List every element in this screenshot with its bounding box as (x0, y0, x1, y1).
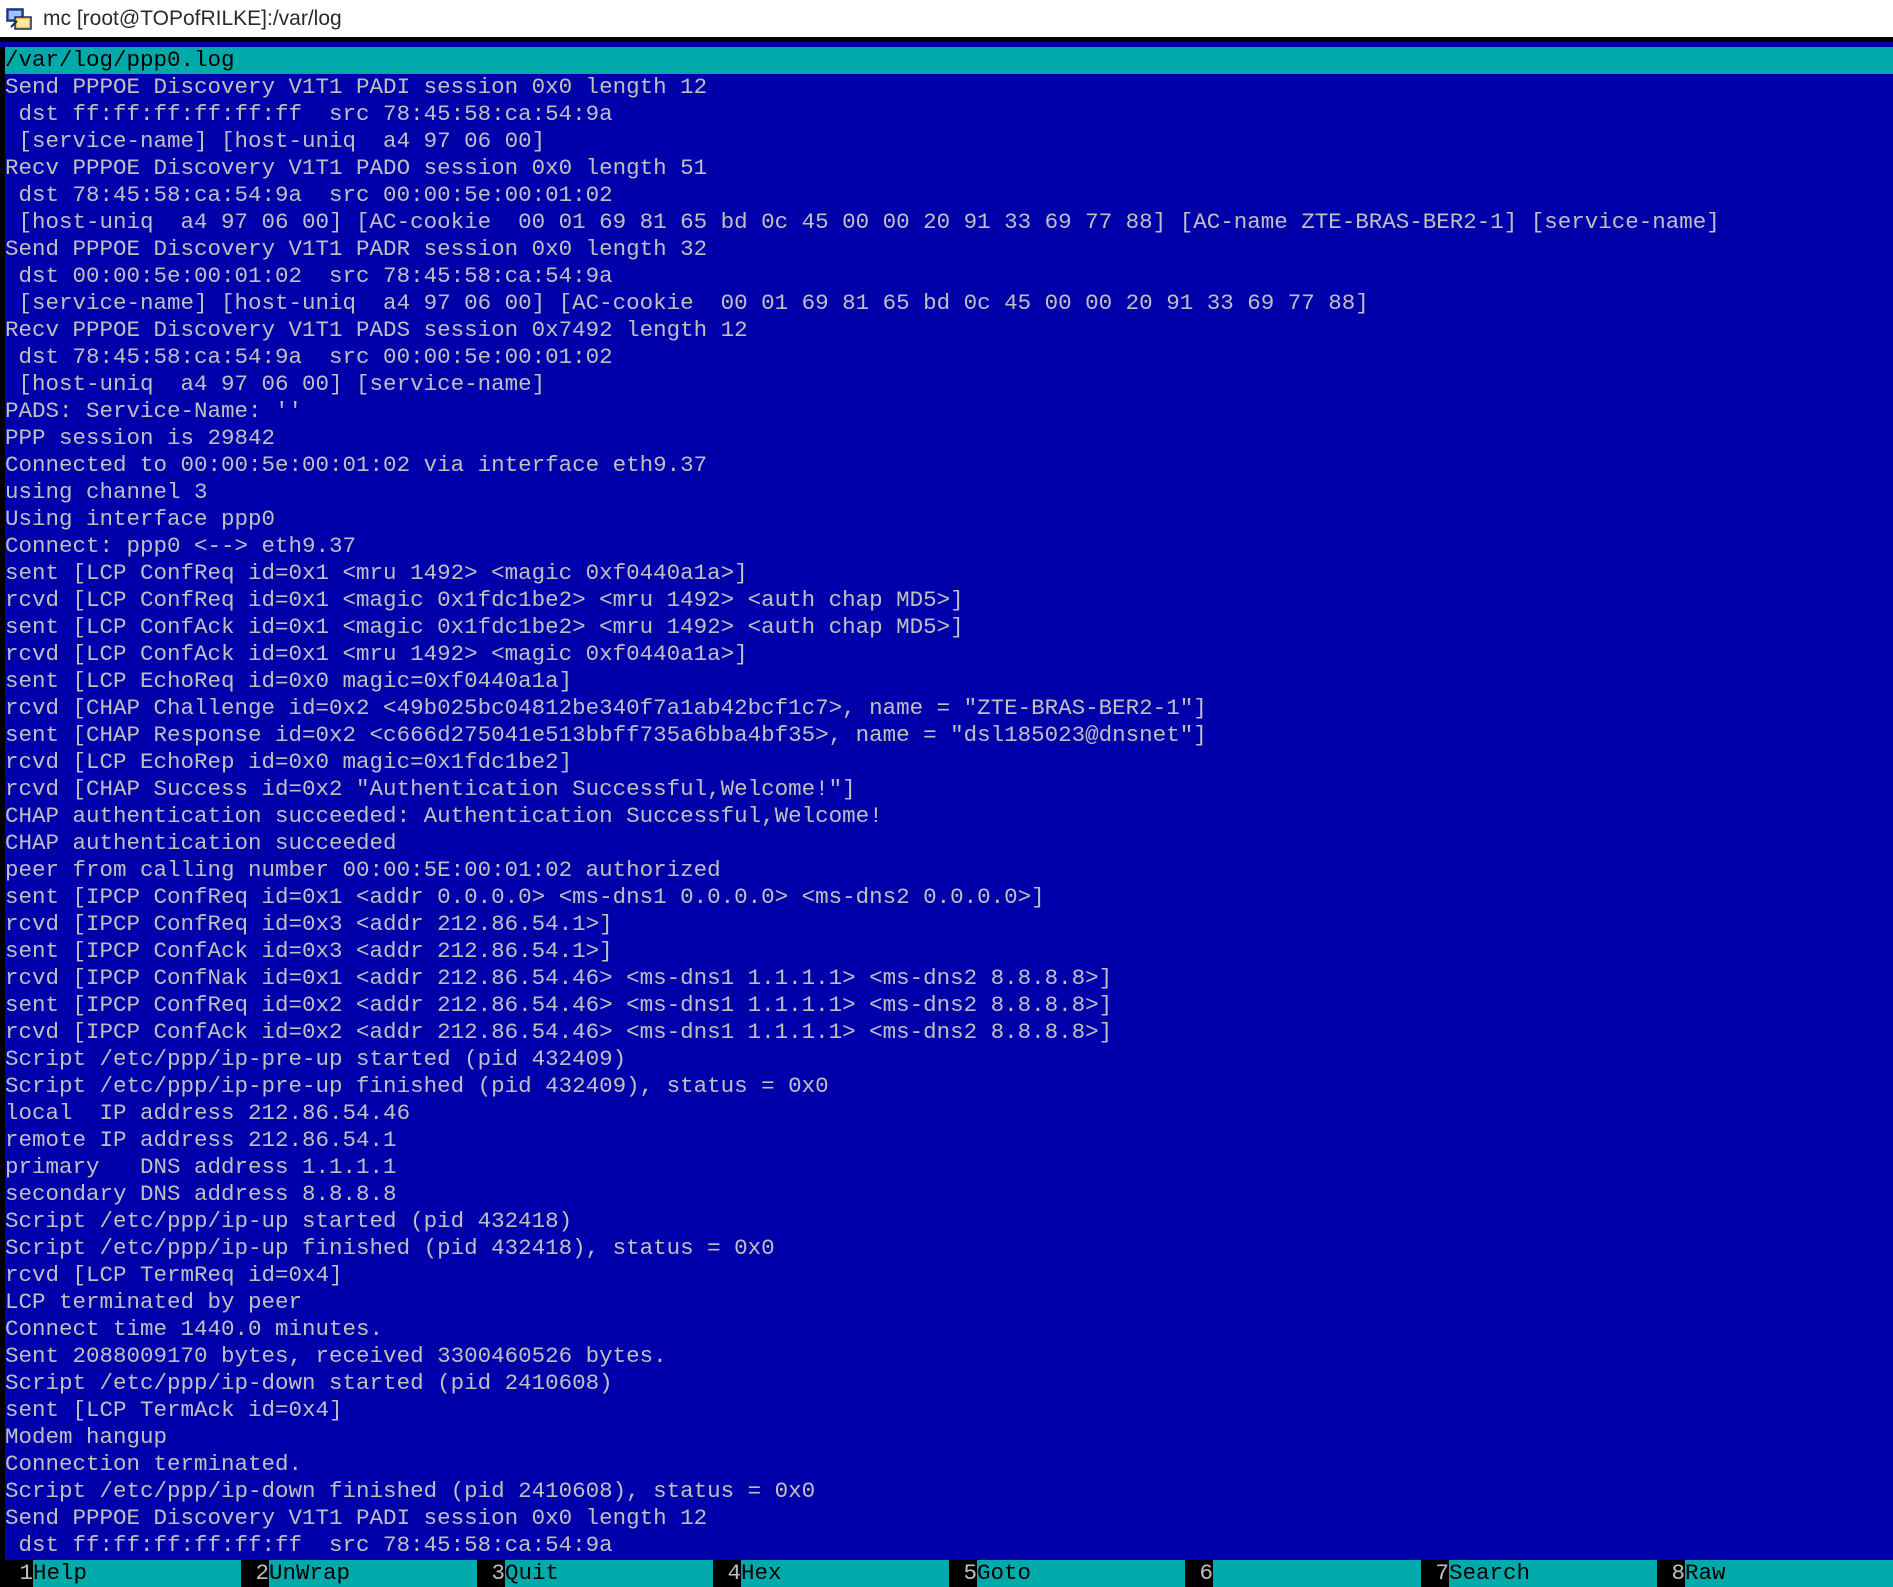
fkey-label: Raw (1685, 1560, 1893, 1587)
log-line: CHAP authentication succeeded (5, 830, 397, 856)
log-line: Send PPPOE Discovery V1T1 PADI session 0… (5, 74, 708, 100)
log-line: rcvd [CHAP Challenge id=0x2 <49b025bc048… (5, 695, 1207, 721)
log-line: remote IP address 212.86.54.1 (5, 1127, 397, 1153)
log-line: sent [LCP EchoReq id=0x0 magic=0xf0440a1… (5, 668, 573, 694)
log-line: dst 78:45:58:ca:54:9a src 00:00:5e:00:01… (5, 182, 613, 208)
title-bar[interactable]: mc [root@TOPofRILKE]:/var/log (0, 0, 1893, 42)
log-content[interactable]: Send PPPOE Discovery V1T1 PADI session 0… (5, 74, 1893, 1553)
log-line: sent [IPCP ConfAck id=0x3 <addr 212.86.5… (5, 938, 613, 964)
log-line: [service-name] [host-uniq a4 97 06 00] (5, 128, 546, 154)
log-line: Recv PPPOE Discovery V1T1 PADO session 0… (5, 155, 708, 181)
file-path-header: /var/log/ppp0.log (5, 47, 1893, 74)
log-line: Script /etc/ppp/ip-down finished (pid 24… (5, 1478, 816, 1504)
fkey-number: 1 (5, 1560, 33, 1587)
log-line: Modem hangup (5, 1424, 168, 1450)
fkey-number: 5 (949, 1560, 977, 1587)
log-line: Connected to 00:00:5e:00:01:02 via inter… (5, 452, 708, 478)
fkey-label: Quit (505, 1560, 713, 1587)
log-line: rcvd [LCP TermReq id=0x4] (5, 1262, 343, 1288)
log-line: Script /etc/ppp/ip-pre-up started (pid 4… (5, 1046, 627, 1072)
fkey-number: 6 (1185, 1560, 1213, 1587)
fkey-label: UnWrap (269, 1560, 477, 1587)
log-line: Script /etc/ppp/ip-pre-up finished (pid … (5, 1073, 829, 1099)
log-line: [service-name] [host-uniq a4 97 06 00] [… (5, 290, 1369, 316)
f7-search-key[interactable]: 7 Search (1421, 1560, 1657, 1587)
log-line: rcvd [LCP ConfReq id=0x1 <magic 0x1fdc1b… (5, 587, 964, 613)
log-line: rcvd [LCP ConfAck id=0x1 <mru 1492> <mag… (5, 641, 748, 667)
file-viewer[interactable]: /var/log/ppp0.log Send PPPOE Discovery V… (0, 47, 1893, 1587)
log-line: rcvd [IPCP ConfReq id=0x3 <addr 212.86.5… (5, 911, 613, 937)
log-line: peer from calling number 00:00:5E:00:01:… (5, 857, 721, 883)
mc-window: mc [root@TOPofRILKE]:/var/log /var/log/p… (0, 0, 1893, 1587)
log-line: LCP terminated by peer (5, 1289, 303, 1315)
f2-unwrap-key[interactable]: 2 UnWrap (241, 1560, 477, 1587)
log-line: rcvd [IPCP ConfNak id=0x1 <addr 212.86.5… (5, 965, 1113, 991)
log-line: using channel 3 (5, 479, 208, 505)
function-key-bar: 1 Help 2 UnWrap 3 Quit 4 Hex 5 Goto 6 7 Search 8 Raw (5, 1560, 1893, 1587)
log-line: sent [IPCP ConfReq id=0x1 <addr 0.0.0.0>… (5, 884, 1045, 910)
f3-quit-key[interactable]: 3 Quit (477, 1560, 713, 1587)
fkey-number: 4 (713, 1560, 741, 1587)
log-line: Connection terminated. (5, 1451, 303, 1477)
log-line: Connect: ppp0 <--> eth9.37 (5, 533, 357, 559)
f6-key[interactable]: 6 (1185, 1560, 1421, 1587)
log-line: CHAP authentication succeeded: Authentic… (5, 803, 883, 829)
log-line: PPP session is 29842 (5, 425, 276, 451)
fkey-label: Hex (741, 1560, 949, 1587)
terminal-app-icon[interactable] (4, 4, 34, 34)
log-line: [host-uniq a4 97 06 00] [service-name] (5, 371, 546, 397)
fkey-number: 3 (477, 1560, 505, 1587)
log-line: local IP address 212.86.54.46 (5, 1100, 411, 1126)
log-line: dst 78:45:58:ca:54:9a src 00:00:5e:00:01… (5, 344, 613, 370)
log-line: Sent 2088009170 bytes, received 33004605… (5, 1343, 667, 1369)
fkey-label (1213, 1560, 1421, 1587)
log-line: Connect time 1440.0 minutes. (5, 1316, 384, 1342)
log-line: dst ff:ff:ff:ff:ff:ff src 78:45:58:ca:54… (5, 101, 613, 127)
fkey-number: 2 (241, 1560, 269, 1587)
log-line: Send PPPOE Discovery V1T1 PADI session 0… (5, 1505, 708, 1531)
log-line: PADS: Service-Name: '' (5, 398, 303, 424)
f8-raw-key[interactable]: 8 Raw (1657, 1560, 1893, 1587)
log-line: primary DNS address 1.1.1.1 (5, 1154, 397, 1180)
log-line: Send PPPOE Discovery V1T1 PADR session 0… (5, 236, 708, 262)
log-line: Script /etc/ppp/ip-up finished (pid 4324… (5, 1235, 775, 1261)
log-line: rcvd [LCP EchoRep id=0x0 magic=0x1fdc1be… (5, 749, 573, 775)
log-line: sent [LCP ConfAck id=0x1 <magic 0x1fdc1b… (5, 614, 964, 640)
log-line: sent [CHAP Response id=0x2 <c666d275041e… (5, 722, 1207, 748)
log-line: rcvd [IPCP ConfAck id=0x2 <addr 212.86.5… (5, 1019, 1113, 1045)
fkey-number: 8 (1657, 1560, 1685, 1587)
log-line: secondary DNS address 8.8.8.8 (5, 1181, 397, 1207)
log-line: sent [IPCP ConfReq id=0x2 <addr 212.86.5… (5, 992, 1113, 1018)
fkey-number: 7 (1421, 1560, 1449, 1587)
fkey-label: Search (1449, 1560, 1657, 1587)
log-line: Script /etc/ppp/ip-down started (pid 241… (5, 1370, 613, 1396)
log-line: sent [LCP TermAck id=0x4] (5, 1397, 343, 1423)
log-line: Using interface ppp0 (5, 506, 276, 532)
log-line: Script /etc/ppp/ip-up started (pid 43241… (5, 1208, 573, 1234)
fkey-label: Help (33, 1560, 241, 1587)
log-line: rcvd [CHAP Success id=0x2 "Authenticatio… (5, 776, 856, 802)
log-line: [host-uniq a4 97 06 00] [AC-cookie 00 01… (5, 209, 1720, 235)
fkey-label: Goto (977, 1560, 1185, 1587)
f5-goto-key[interactable]: 5 Goto (949, 1560, 1185, 1587)
window-title: mc [root@TOPofRILKE]:/var/log (43, 6, 342, 30)
f1-help-key[interactable]: 1 Help (5, 1560, 241, 1587)
log-line: Recv PPPOE Discovery V1T1 PADS session 0… (5, 317, 748, 343)
log-line: sent [LCP ConfReq id=0x1 <mru 1492> <mag… (5, 560, 748, 586)
log-line: dst 00:00:5e:00:01:02 src 78:45:58:ca:54… (5, 263, 613, 289)
f4-hex-key[interactable]: 4 Hex (713, 1560, 949, 1587)
log-line: dst ff:ff:ff:ff:ff:ff src 78:45:58:ca:54… (5, 1532, 613, 1553)
